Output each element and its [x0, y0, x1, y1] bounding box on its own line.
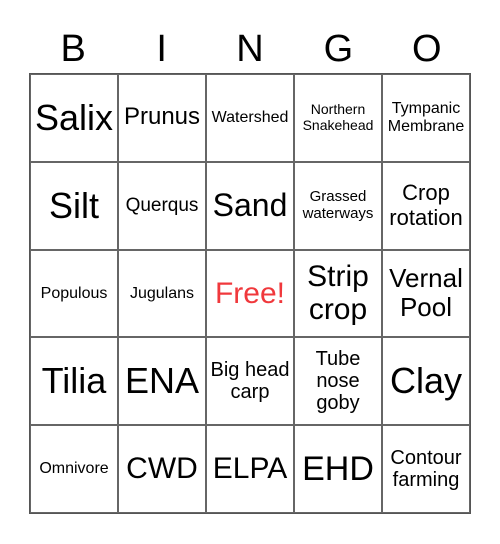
bingo-cell[interactable]: Grassed waterways [294, 161, 382, 250]
bingo-cell[interactable]: EHD [294, 425, 382, 513]
header-letter-o: O [412, 28, 442, 70]
bingo-cell[interactable]: CWD [118, 425, 206, 513]
header-letter-i: I [156, 28, 167, 70]
header-letter-n: N [236, 28, 264, 70]
bingo-cell[interactable]: Tilia [30, 337, 118, 426]
bingo-cell[interactable]: Contour farming [382, 425, 470, 513]
bingo-cell[interactable]: Tympanic Membrane [382, 74, 470, 162]
bingo-cell[interactable]: Strip crop [294, 249, 382, 338]
header-letter-b: B [60, 28, 86, 70]
bingo-cell[interactable]: Jugulans [118, 249, 206, 338]
bingo-cell[interactable]: Prunus [118, 74, 206, 162]
bingo-cell[interactable]: Crop rotation [382, 161, 470, 250]
bingo-cell[interactable]: Salix [30, 74, 118, 162]
free-space-cell[interactable]: Free! [206, 249, 294, 338]
bingo-cell[interactable]: Populous [30, 249, 118, 338]
header-letter-g: G [323, 28, 354, 70]
bingo-cell[interactable]: Northern Snakehead [294, 74, 382, 162]
bingo-cell[interactable]: Watershed [206, 74, 294, 162]
bingo-cell[interactable]: Tube nose goby [294, 337, 382, 426]
bingo-cell[interactable]: Sand [206, 161, 294, 250]
bingo-cell[interactable]: Clay [382, 337, 470, 426]
bingo-cell[interactable]: Omnivore [30, 425, 118, 513]
bingo-header: B I N G O [29, 24, 471, 74]
bingo-cell[interactable]: Vernal Pool [382, 249, 470, 338]
bingo-cell[interactable]: Querqus [118, 161, 206, 250]
bingo-grid: Salix Prunus Watershed Northern Snakehead Ty… [29, 73, 471, 514]
bingo-cell[interactable]: ELPA [206, 425, 294, 513]
bingo-cell[interactable]: Silt [30, 161, 118, 250]
bingo-cell[interactable]: Big head carp [206, 337, 294, 426]
bingo-cell[interactable]: ENA [118, 337, 206, 426]
